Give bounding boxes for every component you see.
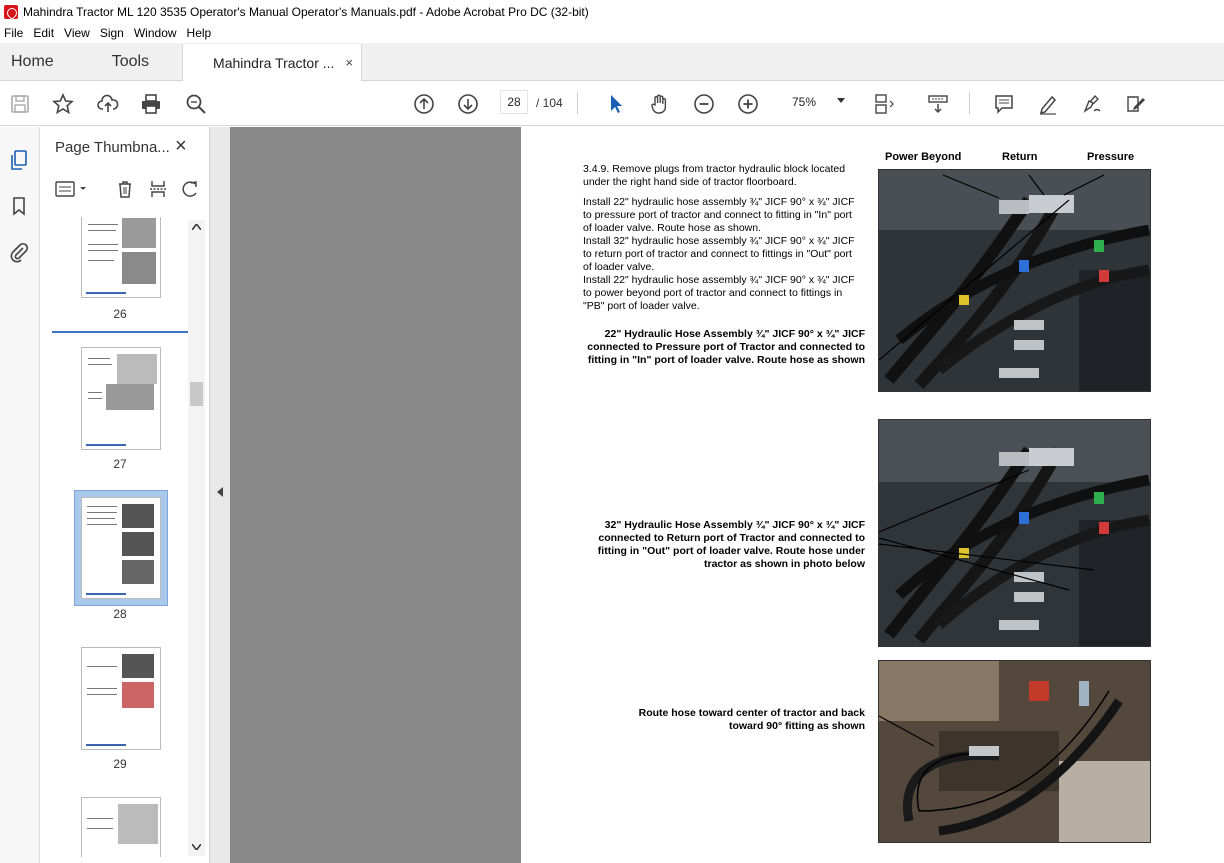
scrollbar-thumb[interactable] [190, 382, 203, 406]
page-thumbnails-icon[interactable] [8, 149, 30, 171]
step-text: 3.4.9. Remove plugs from tractor hydraul… [583, 163, 846, 188]
menu-bar: File Edit View Sign Window Help [0, 23, 1224, 43]
rotate-icon[interactable] [180, 179, 200, 199]
tab-home[interactable]: Home [0, 43, 65, 80]
hydraulic-photo [878, 169, 1151, 392]
thumbnail-scrollbar[interactable] [188, 220, 205, 856]
select-cursor-icon[interactable] [603, 91, 629, 117]
zoom-dropdown[interactable]: 75% [780, 90, 855, 114]
title-bar: Mahindra Tractor ML 120 3535 Operator's … [0, 0, 1224, 23]
menu-edit[interactable]: Edit [29, 26, 60, 40]
fill-sign-icon[interactable] [1123, 91, 1149, 117]
panel-title: Page Thumbna... [55, 139, 170, 156]
tab-document[interactable]: Mahindra Tractor ... × [182, 44, 363, 81]
document-viewport: 3.4.9. Remove plugs from tractor hydraul… [230, 127, 1224, 863]
previous-page-icon[interactable] [411, 91, 437, 117]
menu-view[interactable]: View [60, 26, 96, 40]
search-icon[interactable] [183, 91, 209, 117]
toolbar [0, 81, 1224, 126]
pdf-page: 3.4.9. Remove plugs from tractor hydraul… [521, 127, 1224, 863]
thumbnail-number: 27 [113, 457, 127, 471]
menu-sign[interactable]: Sign [96, 26, 130, 40]
zoom-value: 75% [792, 95, 817, 109]
hydraulic-photo [878, 660, 1151, 843]
close-panel-icon[interactable]: × [175, 135, 187, 158]
zoom-out-icon[interactable] [691, 91, 717, 117]
thumbnail-page[interactable] [81, 647, 161, 750]
thumbnail-page[interactable] [81, 347, 161, 450]
page-total: / 104 [536, 96, 563, 110]
draw-sign-icon[interactable] [1079, 91, 1105, 117]
insert-page-icon[interactable] [148, 179, 168, 199]
collapse-arrow-icon [217, 487, 223, 497]
hydraulic-photo [878, 419, 1151, 647]
thumbnail-number: 28 [113, 607, 127, 621]
thumbnail-list: 26 27 28 29 [50, 217, 190, 857]
scroll-up-icon[interactable] [192, 224, 201, 230]
zoom-in-icon[interactable] [735, 91, 761, 117]
panel-tools [55, 179, 197, 199]
toolbar-divider [969, 92, 970, 114]
menu-file[interactable]: File [0, 26, 29, 40]
left-rail [0, 127, 40, 863]
photo-caption: 22" Hydraulic Hose Assembly ¾" JICF 90° … [587, 328, 865, 366]
thumbnails-panel: Page Thumbna... × 26 27 28 29 [40, 127, 210, 863]
page-layout-icon[interactable] [871, 91, 897, 117]
thumbnail-number: 29 [113, 757, 127, 771]
photo-caption: Route hose toward center of tractor and … [638, 707, 865, 732]
acrobat-icon [4, 4, 18, 19]
scroll-down-icon[interactable] [192, 844, 201, 850]
bookmark-icon[interactable] [8, 195, 30, 217]
thumbnail-page-current[interactable] [81, 497, 161, 599]
insertion-marker [52, 331, 188, 333]
paragraph: Install 22" hydraulic hose assembly ¾" J… [583, 274, 855, 312]
page-number-field[interactable]: 28 [500, 90, 528, 114]
paragraph: Install 32" hydraulic hose assembly ¾" J… [583, 235, 855, 273]
thumbnail-page[interactable] [81, 217, 161, 298]
thumbnail-number: 26 [113, 307, 127, 321]
tab-document-label: Mahindra Tractor ... [213, 54, 335, 71]
close-tab-icon[interactable]: × [345, 55, 353, 70]
chevron-down-icon [837, 98, 845, 103]
collapse-panel-handle[interactable] [210, 127, 230, 863]
menu-help[interactable]: Help [183, 26, 218, 40]
label-power-beyond: Power Beyond [885, 151, 962, 163]
window-title: Mahindra Tractor ML 120 3535 Operator's … [23, 4, 589, 19]
hand-tool-icon[interactable] [647, 91, 673, 117]
label-return: Return [1002, 151, 1038, 163]
print-icon[interactable] [138, 91, 164, 117]
highlight-pen-icon[interactable] [1035, 91, 1061, 117]
save-icon[interactable] [7, 91, 33, 117]
cloud-upload-icon[interactable] [95, 91, 121, 117]
menu-window[interactable]: Window [130, 26, 183, 40]
trash-icon[interactable] [115, 179, 135, 199]
toolbar-divider [577, 92, 578, 114]
options-menu-icon[interactable] [55, 179, 89, 199]
tab-bar: Home Tools Mahindra Tractor ... × [0, 43, 1224, 81]
attachment-icon[interactable] [8, 241, 30, 263]
next-page-icon[interactable] [455, 91, 481, 117]
star-icon[interactable] [50, 91, 76, 117]
label-pressure: Pressure [1087, 151, 1135, 163]
photo-caption: 32" Hydraulic Hose Assembly ¾" JICF 90° … [597, 519, 865, 570]
thumbnail-page[interactable] [81, 797, 161, 857]
comment-icon[interactable] [991, 91, 1017, 117]
tab-tools[interactable]: Tools [101, 43, 160, 80]
paragraph: Install 22" hydraulic hose assembly ¾" J… [583, 196, 855, 234]
scroll-mode-icon[interactable] [925, 91, 951, 117]
